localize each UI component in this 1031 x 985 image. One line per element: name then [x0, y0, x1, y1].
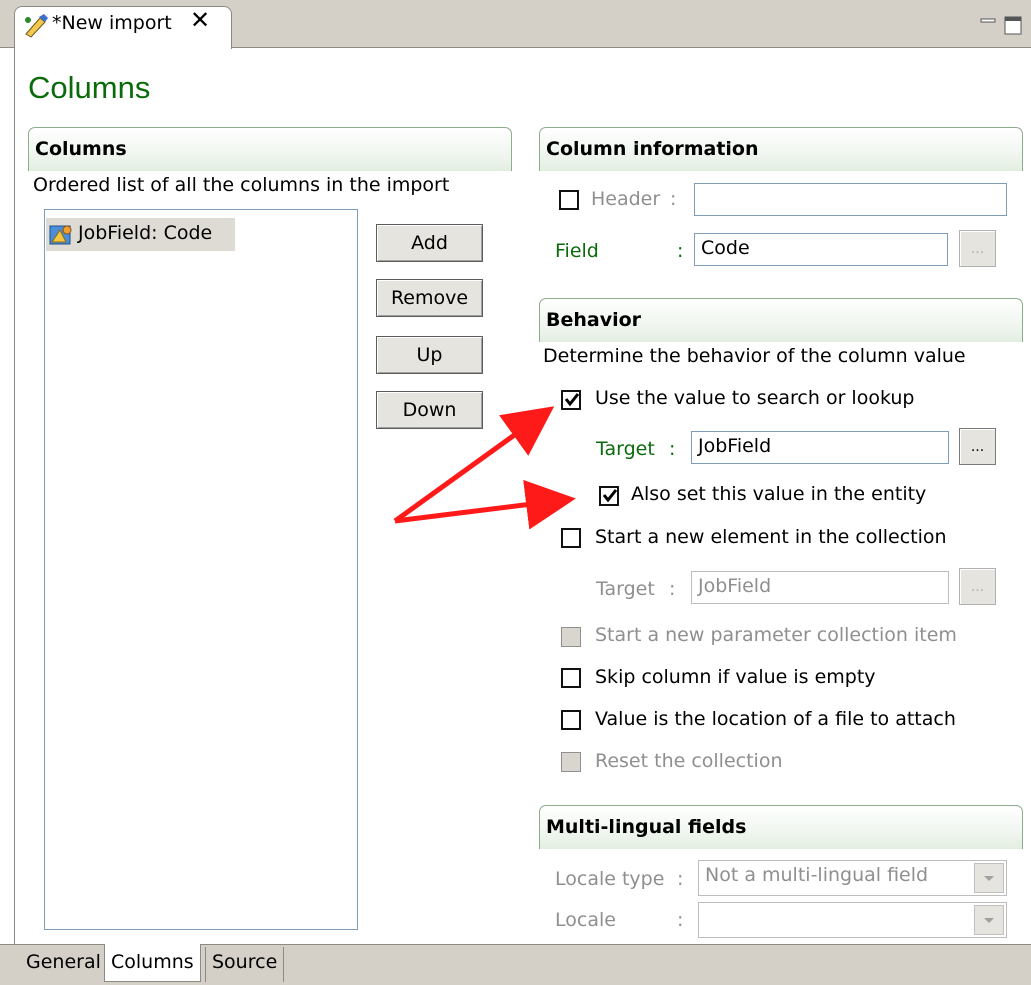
tab-general[interactable]: General	[20, 947, 107, 982]
tab-source[interactable]: Source	[205, 947, 285, 982]
annotation-arrows	[393, 406, 576, 530]
tab-columns[interactable]: Columns	[104, 944, 201, 982]
